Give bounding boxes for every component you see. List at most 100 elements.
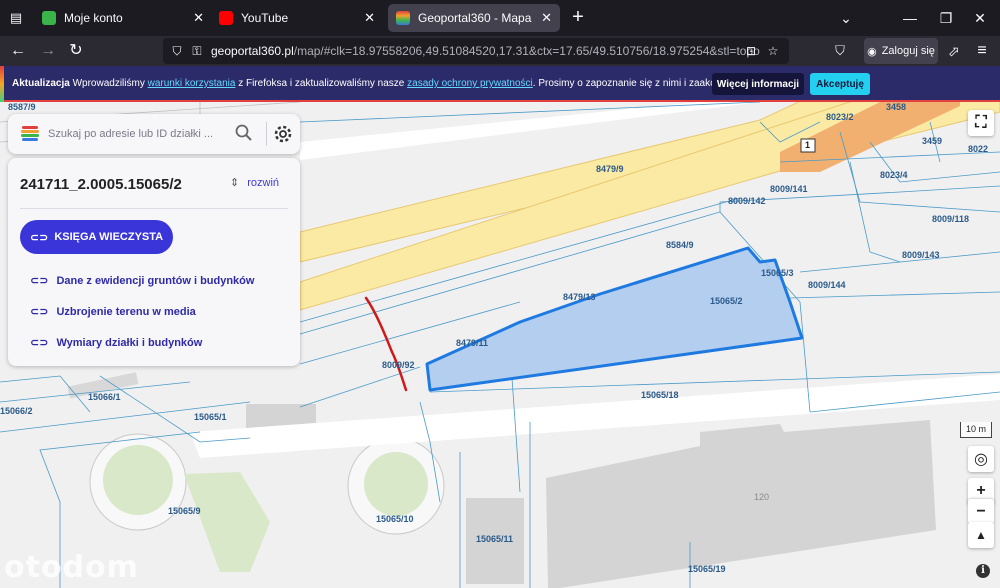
minimize-window-icon[interactable]: —	[900, 8, 920, 28]
search-panel	[8, 114, 300, 154]
parcel-label: 8022	[968, 144, 989, 154]
otodom-watermark: otodom	[4, 550, 139, 585]
locate-me-icon[interactable]: ◎	[968, 446, 994, 472]
pocket-icon[interactable]: ⛉	[830, 41, 850, 61]
reader-view-icon[interactable]: ⊡	[743, 43, 759, 59]
parcel-label: 15065/9	[168, 506, 201, 516]
attribution-info-icon[interactable]: i	[976, 564, 990, 578]
geoportal-logo-icon	[21, 126, 39, 141]
link-icon: ⊂⊃	[29, 231, 49, 244]
browser-tab-strip: ▤ Moje konto ✕ YouTube ✕ Geoportal360 - …	[0, 0, 1000, 36]
expand-chevron-icon: ⇕	[230, 177, 240, 189]
tab-youtube[interactable]: YouTube ✕	[211, 4, 383, 32]
land-register-label: KSIĘGA WIECZYSTA	[54, 231, 164, 243]
land-records-link[interactable]: ⊂⊃ Dane z ewidencji gruntów i budynków	[30, 274, 255, 288]
forward-arrow-icon[interactable]: →	[38, 41, 58, 61]
terms-of-use-link[interactable]: warunki korzystania	[148, 78, 236, 89]
parcel-label: 8009/92	[382, 360, 415, 370]
shield-icon[interactable]: ⛉	[169, 43, 185, 59]
building-shape	[546, 420, 936, 588]
parcel-label: 15066/1	[88, 392, 121, 402]
expand-button[interactable]: ⇕ rozwiń	[230, 176, 280, 190]
parcel-label: 15065/11	[476, 534, 514, 544]
link-label: Dane z ewidencji gruntów i budynków	[56, 274, 255, 287]
parcel-label: 15066/2	[0, 406, 33, 416]
banner-accent-bar	[0, 66, 4, 102]
parcel-label: 8009/143	[902, 250, 940, 260]
dimensions-link[interactable]: ⊂⊃ Wymiary działki i budynków	[30, 336, 203, 350]
fullscreen-icon[interactable]: ⛶	[968, 110, 994, 136]
reload-icon[interactable]: ↻	[66, 41, 86, 61]
list-all-tabs-chevron-icon[interactable]: ⌄	[836, 8, 856, 28]
parcel-label: 15065/1	[194, 412, 227, 422]
expand-label: rozwiń	[247, 176, 280, 189]
moje-konto-favicon-icon	[42, 11, 56, 25]
lock-icon[interactable]: ⚿	[189, 43, 205, 59]
parcel-id-title: 241711_2.0005.15065/2	[20, 176, 182, 193]
close-window-icon[interactable]: ✕	[970, 8, 990, 28]
tab-moje-konto[interactable]: Moje konto ✕	[34, 4, 212, 32]
accept-button[interactable]: Akceptuję	[810, 73, 870, 95]
road-number-label: 1	[805, 140, 811, 150]
tab-title: Moje konto	[64, 11, 123, 25]
tab-geoportal[interactable]: Geoportal360 - Mapa Interakty ✕	[388, 4, 560, 32]
parcel-label: 15065/3	[761, 268, 794, 278]
parcel-label: 8479/13	[563, 292, 596, 302]
land-register-button[interactable]: ⊂⊃ KSIĘGA WIECZYSTA	[20, 220, 173, 254]
compass-north-icon[interactable]: ▲	[968, 522, 994, 548]
extensions-icon[interactable]: ⬀	[944, 41, 964, 61]
parcel-label: 15065/2	[710, 296, 743, 306]
browser-nav-bar: ← → ↻ ⛉ ⚿ geoportal360.pl/map/#clk=18.97…	[0, 36, 1000, 66]
new-tab-icon[interactable]: +	[568, 7, 588, 29]
parcel-label: 8479/9	[596, 164, 624, 174]
zoom-out-button[interactable]: −	[968, 498, 994, 524]
link-icon: ⊂⊃	[30, 275, 49, 287]
parcel-label: 8023/4	[880, 170, 908, 180]
banner-text: Wprowadziliśmy	[72, 78, 145, 89]
parcel-label: 8479/11	[456, 338, 489, 348]
tab-title: YouTube	[241, 11, 289, 25]
link-label: Uzbrojenie terenu w media	[56, 305, 196, 318]
geoportal-favicon-icon	[396, 11, 410, 25]
privacy-policy-link[interactable]: zasady ochrony prywatności	[407, 78, 533, 89]
utilities-link[interactable]: ⊂⊃ Uzbrojenie terenu w media	[30, 305, 196, 319]
url-text[interactable]: geoportal360.pl/map/#clk=18.97558206,49.…	[211, 44, 760, 58]
login-label: Zaloguj się	[881, 45, 935, 57]
parcel-label: 15065/10	[376, 514, 414, 524]
link-label: Wymiary działki i budynków	[56, 336, 203, 349]
building-number-label: 120	[754, 492, 770, 502]
search-icon[interactable]	[234, 123, 254, 143]
banner-message: Aktualizacja Wprowadziliśmy warunki korz…	[12, 78, 763, 89]
parcel-label: 15065/19	[688, 564, 726, 574]
parcel-label: 3459	[922, 136, 943, 146]
parcel-label: 8584/9	[666, 240, 694, 250]
youtube-favicon-icon	[219, 11, 233, 25]
parcel-label: 8009/118	[932, 214, 970, 224]
login-button[interactable]: ◉ Zaloguj się	[864, 38, 938, 64]
back-arrow-icon[interactable]: ←	[8, 41, 28, 61]
menu-icon[interactable]: ≡	[972, 41, 992, 61]
url-bar[interactable]: ⛉ ⚿ geoportal360.pl/map/#clk=18.97558206…	[163, 38, 789, 64]
restore-window-icon[interactable]: ❐	[936, 8, 956, 28]
banner-label: Aktualizacja	[12, 78, 70, 89]
tab-title: Geoportal360 - Mapa Interakty	[418, 11, 533, 25]
privacy-update-banner: Aktualizacja Wprowadziliśmy warunki korz…	[0, 66, 1000, 102]
map-canvas[interactable]: 8587/9 8479/9 8023/2 3458 3459 8022 8023…	[0, 102, 1000, 588]
selected-parcel-shape	[425, 246, 804, 392]
parcel-label: 15065/18	[641, 390, 679, 400]
parcel-label: 3458	[886, 102, 907, 112]
tab-overview-icon[interactable]: ▤	[6, 8, 26, 28]
parcel-info-panel: 241711_2.0005.15065/2 ⇕ rozwiń ⊂⊃ KSIĘGA…	[8, 158, 300, 366]
bookmark-star-icon[interactable]: ☆	[765, 43, 781, 59]
close-tab-icon[interactable]: ✕	[193, 10, 204, 26]
close-tab-icon[interactable]: ✕	[541, 10, 552, 26]
link-icon: ⊂⊃	[30, 306, 49, 318]
search-input[interactable]	[48, 126, 218, 142]
parcel-label: 8009/141	[770, 184, 808, 194]
banner-text: z Firefoksa i zaktualizowaliśmy nasze	[238, 78, 405, 89]
more-info-button[interactable]: Więcej informacji	[712, 73, 804, 95]
scale-bar: 10 m	[960, 422, 992, 438]
gear-icon[interactable]	[272, 123, 294, 145]
parcel-label: 8009/142	[728, 196, 766, 206]
close-tab-icon[interactable]: ✕	[364, 10, 375, 26]
